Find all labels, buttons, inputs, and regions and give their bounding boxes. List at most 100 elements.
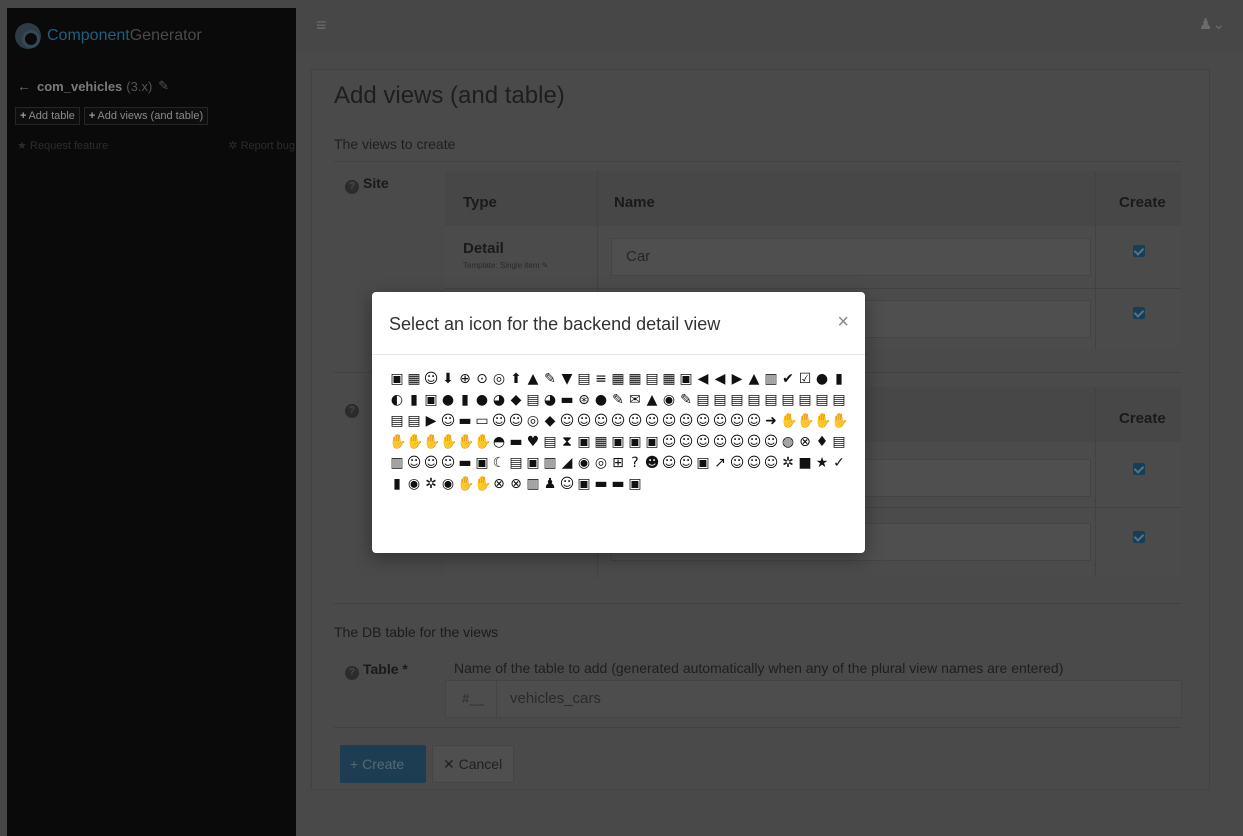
add-table-button[interactable]: + Add table	[15, 107, 80, 125]
icon-option[interactable]: ▤	[576, 370, 592, 388]
icon-option[interactable]: ▤	[508, 454, 524, 472]
icon-option[interactable]: ✋	[814, 412, 831, 430]
icon-option[interactable]: ●	[814, 370, 830, 388]
icon-option[interactable]: ▤	[695, 391, 711, 409]
view-template[interactable]: Template: Single item ✎	[463, 261, 548, 270]
icon-option[interactable]: ▬	[610, 475, 626, 493]
icon-option[interactable]: ◆	[542, 412, 558, 430]
icon-option[interactable]: ✋	[406, 433, 423, 451]
icon-option[interactable]: ✋	[457, 475, 474, 493]
icon-option[interactable]: ▦	[627, 370, 643, 388]
icon-option[interactable]: ☺	[746, 412, 762, 430]
icon-option[interactable]: ☺	[559, 412, 575, 430]
icon-option[interactable]: ⧗	[559, 433, 575, 451]
icon-option[interactable]: ▲	[644, 391, 660, 409]
icon-option[interactable]: ▮	[457, 391, 473, 409]
icon-option[interactable]: ▣	[576, 433, 592, 451]
icon-option[interactable]: ☺	[593, 412, 609, 430]
report-bug-link[interactable]: ✲ Report bug	[228, 139, 295, 152]
request-feature-link[interactable]: ★ Request feature	[17, 140, 108, 152]
icon-option[interactable]: ▼	[559, 370, 575, 388]
icon-option[interactable]: ✋	[797, 412, 814, 430]
icon-option[interactable]: ◓	[491, 433, 507, 451]
icon-option[interactable]: ▣	[678, 370, 694, 388]
icon-option[interactable]: ▥	[542, 454, 558, 472]
icon-option[interactable]: ✋	[780, 412, 797, 430]
icon-option[interactable]: ☺	[423, 454, 439, 472]
create-checkbox[interactable]	[1133, 245, 1145, 257]
icon-option[interactable]: ▣	[610, 433, 626, 451]
icon-option[interactable]: ✋	[474, 433, 491, 451]
add-views-button[interactable]: + Add views (and table)	[83, 107, 209, 125]
admin-create-checkbox[interactable]	[1133, 463, 1145, 475]
icon-option[interactable]: ▥	[525, 475, 541, 493]
icon-option[interactable]: ⬆	[508, 370, 524, 388]
icon-option[interactable]: ▤	[763, 391, 779, 409]
icon-option[interactable]: ▣	[525, 454, 541, 472]
icon-option[interactable]: ☺	[695, 412, 711, 430]
icon-option[interactable]: ■	[797, 454, 813, 472]
icon-option[interactable]: ⊕	[457, 370, 473, 388]
icon-option[interactable]: ▬	[559, 391, 575, 409]
icon-option[interactable]: ▤	[814, 391, 830, 409]
icon-option[interactable]: ▤	[389, 412, 405, 430]
icon-option[interactable]: ▣	[695, 454, 711, 472]
icon-option[interactable]: ●	[440, 391, 456, 409]
icon-option[interactable]: ◀	[712, 370, 728, 388]
icon-option[interactable]: ☺	[661, 433, 677, 451]
icon-option[interactable]: ⊗	[491, 475, 507, 493]
back-arrow-icon[interactable]: ←	[17, 78, 31, 94]
icon-option[interactable]: ✓	[831, 454, 847, 472]
icon-option[interactable]: ▣	[576, 475, 592, 493]
icon-option[interactable]: ▤	[831, 391, 847, 409]
icon-option[interactable]: ☺	[763, 433, 779, 451]
icon-option[interactable]: ▲	[525, 370, 541, 388]
icon-option[interactable]: ✋	[457, 433, 474, 451]
icon-option[interactable]: ▤	[780, 391, 796, 409]
icon-option[interactable]: ●	[593, 391, 609, 409]
icon-option[interactable]: ◕	[542, 391, 558, 409]
create-checkbox-2[interactable]	[1133, 307, 1145, 319]
icon-option[interactable]: ☺	[763, 454, 779, 472]
icon-option[interactable]: ☺	[508, 412, 524, 430]
icon-option[interactable]: ◉	[661, 391, 677, 409]
edit-icon[interactable]: ✎	[158, 78, 169, 94]
icon-option[interactable]: ◀	[695, 370, 711, 388]
icon-option[interactable]: ▤	[746, 391, 762, 409]
icon-option[interactable]: ▶	[729, 370, 745, 388]
icon-option[interactable]: ♦	[814, 433, 830, 451]
icon-option[interactable]: ✎	[678, 391, 694, 409]
icon-option[interactable]: ☺	[627, 412, 643, 430]
icon-option[interactable]: ▥	[763, 370, 779, 388]
create-button[interactable]: + Create	[340, 745, 426, 783]
icon-option[interactable]: ▣	[423, 391, 439, 409]
icon-option[interactable]: ▬	[457, 412, 473, 430]
help-icon[interactable]: ?	[345, 666, 359, 680]
icon-option[interactable]: ✋	[831, 412, 848, 430]
icon-option[interactable]: ☺	[695, 433, 711, 451]
icon-option[interactable]: ☺	[559, 475, 575, 493]
icon-option[interactable]: ▤	[712, 391, 728, 409]
icon-option[interactable]: ⊞	[610, 454, 626, 472]
icon-option[interactable]: ☻	[644, 454, 660, 472]
icon-option[interactable]: ✋	[423, 433, 440, 451]
icon-option[interactable]: ☑	[797, 370, 813, 388]
icon-option[interactable]: ◎	[593, 454, 609, 472]
icon-option[interactable]: ☺	[729, 433, 745, 451]
icon-option[interactable]: ✎	[542, 370, 558, 388]
icon-option[interactable]: ✲	[780, 454, 796, 472]
icon-option[interactable]: ▬	[593, 475, 609, 493]
icon-option[interactable]: ▥	[389, 454, 405, 472]
icon-option[interactable]: ★	[814, 454, 830, 472]
icon-option[interactable]: ▤	[797, 391, 813, 409]
icon-option[interactable]: ▣	[389, 370, 405, 388]
icon-option[interactable]: ☺	[661, 412, 677, 430]
icon-option[interactable]: ◉	[406, 475, 422, 493]
icon-option[interactable]: ♟	[542, 475, 558, 493]
cancel-button[interactable]: ✕ Cancel	[432, 745, 514, 783]
icon-option[interactable]: ☺	[678, 433, 694, 451]
icon-option[interactable]: ◐	[389, 391, 405, 409]
icon-option[interactable]: ⊗	[797, 433, 813, 451]
icon-option[interactable]: ☺	[576, 412, 592, 430]
icon-option[interactable]: ▭	[474, 412, 490, 430]
